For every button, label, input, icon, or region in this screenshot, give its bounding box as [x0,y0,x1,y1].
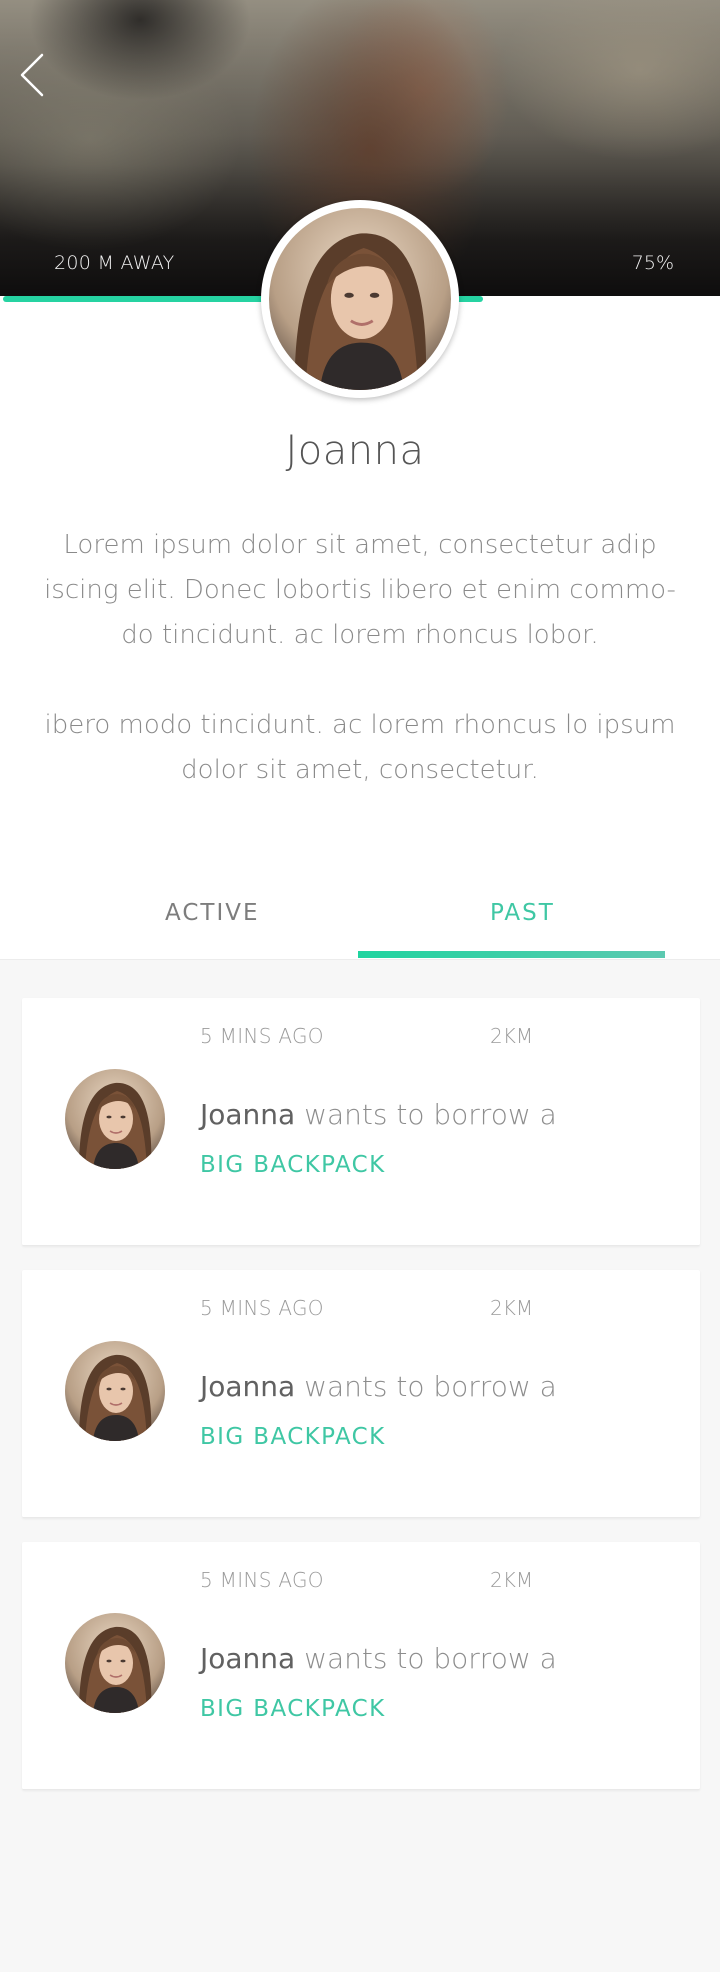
tab-indicator [358,951,665,958]
requested-item-link[interactable]: BIG BACKPACK [200,1152,386,1178]
requested-item-link[interactable]: BIG BACKPACK [200,1424,386,1450]
avatar-image [65,1069,165,1169]
request-action: wants to borrow a [304,1370,557,1403]
requester-name[interactable]: Joanna [200,1370,295,1403]
tab-bar: ACTIVE PAST [0,880,720,960]
avatar-image [269,208,451,390]
requester-avatar [65,1341,165,1441]
requester-name[interactable]: Joanna [200,1642,295,1675]
profile-name: Joanna [285,428,425,474]
request-text: Joanna wants to borrow a [200,1642,557,1675]
request-card[interactable]: 5 MINS AGO 2KM Joanna wants to borrow a … [22,1270,700,1518]
request-time: 5 MINS AGO [200,1024,324,1048]
request-action: wants to borrow a [304,1642,557,1675]
avatar-image [65,1341,165,1441]
request-time: 5 MINS AGO [200,1568,324,1592]
bio-paragraph: ibero modo tincidunt. ac lorem rhoncus l… [44,710,676,785]
requester-avatar [65,1069,165,1169]
request-text: Joanna wants to borrow a [200,1370,557,1403]
request-distance: 2KM [490,1568,534,1592]
distance-label: 200 M AWAY [54,252,175,274]
chevron-left-icon [20,53,44,97]
requester-name[interactable]: Joanna [200,1098,295,1131]
requested-item-link[interactable]: BIG BACKPACK [200,1696,386,1722]
request-distance: 2KM [490,1024,534,1048]
tab-active[interactable]: ACTIVE [165,900,260,926]
back-button[interactable] [16,52,52,98]
profile-screen: 200 M AWAY 75% Joanna Lorem ipsum dolor … [0,0,720,1972]
request-text: Joanna wants to borrow a [200,1098,557,1131]
request-card[interactable]: 5 MINS AGO 2KM Joanna wants to borrow a … [22,998,700,1246]
avatar-image [65,1613,165,1713]
tab-past[interactable]: PAST [490,900,555,926]
requester-avatar [65,1613,165,1713]
request-card[interactable]: 5 MINS AGO 2KM Joanna wants to borrow a … [22,1542,700,1790]
bio-paragraph: Lorem ipsum dolor sit amet, consectetur … [44,530,676,650]
profile-avatar [261,200,459,398]
match-percent: 75% [631,252,674,274]
request-distance: 2KM [490,1296,534,1320]
request-action: wants to borrow a [304,1098,557,1131]
request-time: 5 MINS AGO [200,1296,324,1320]
